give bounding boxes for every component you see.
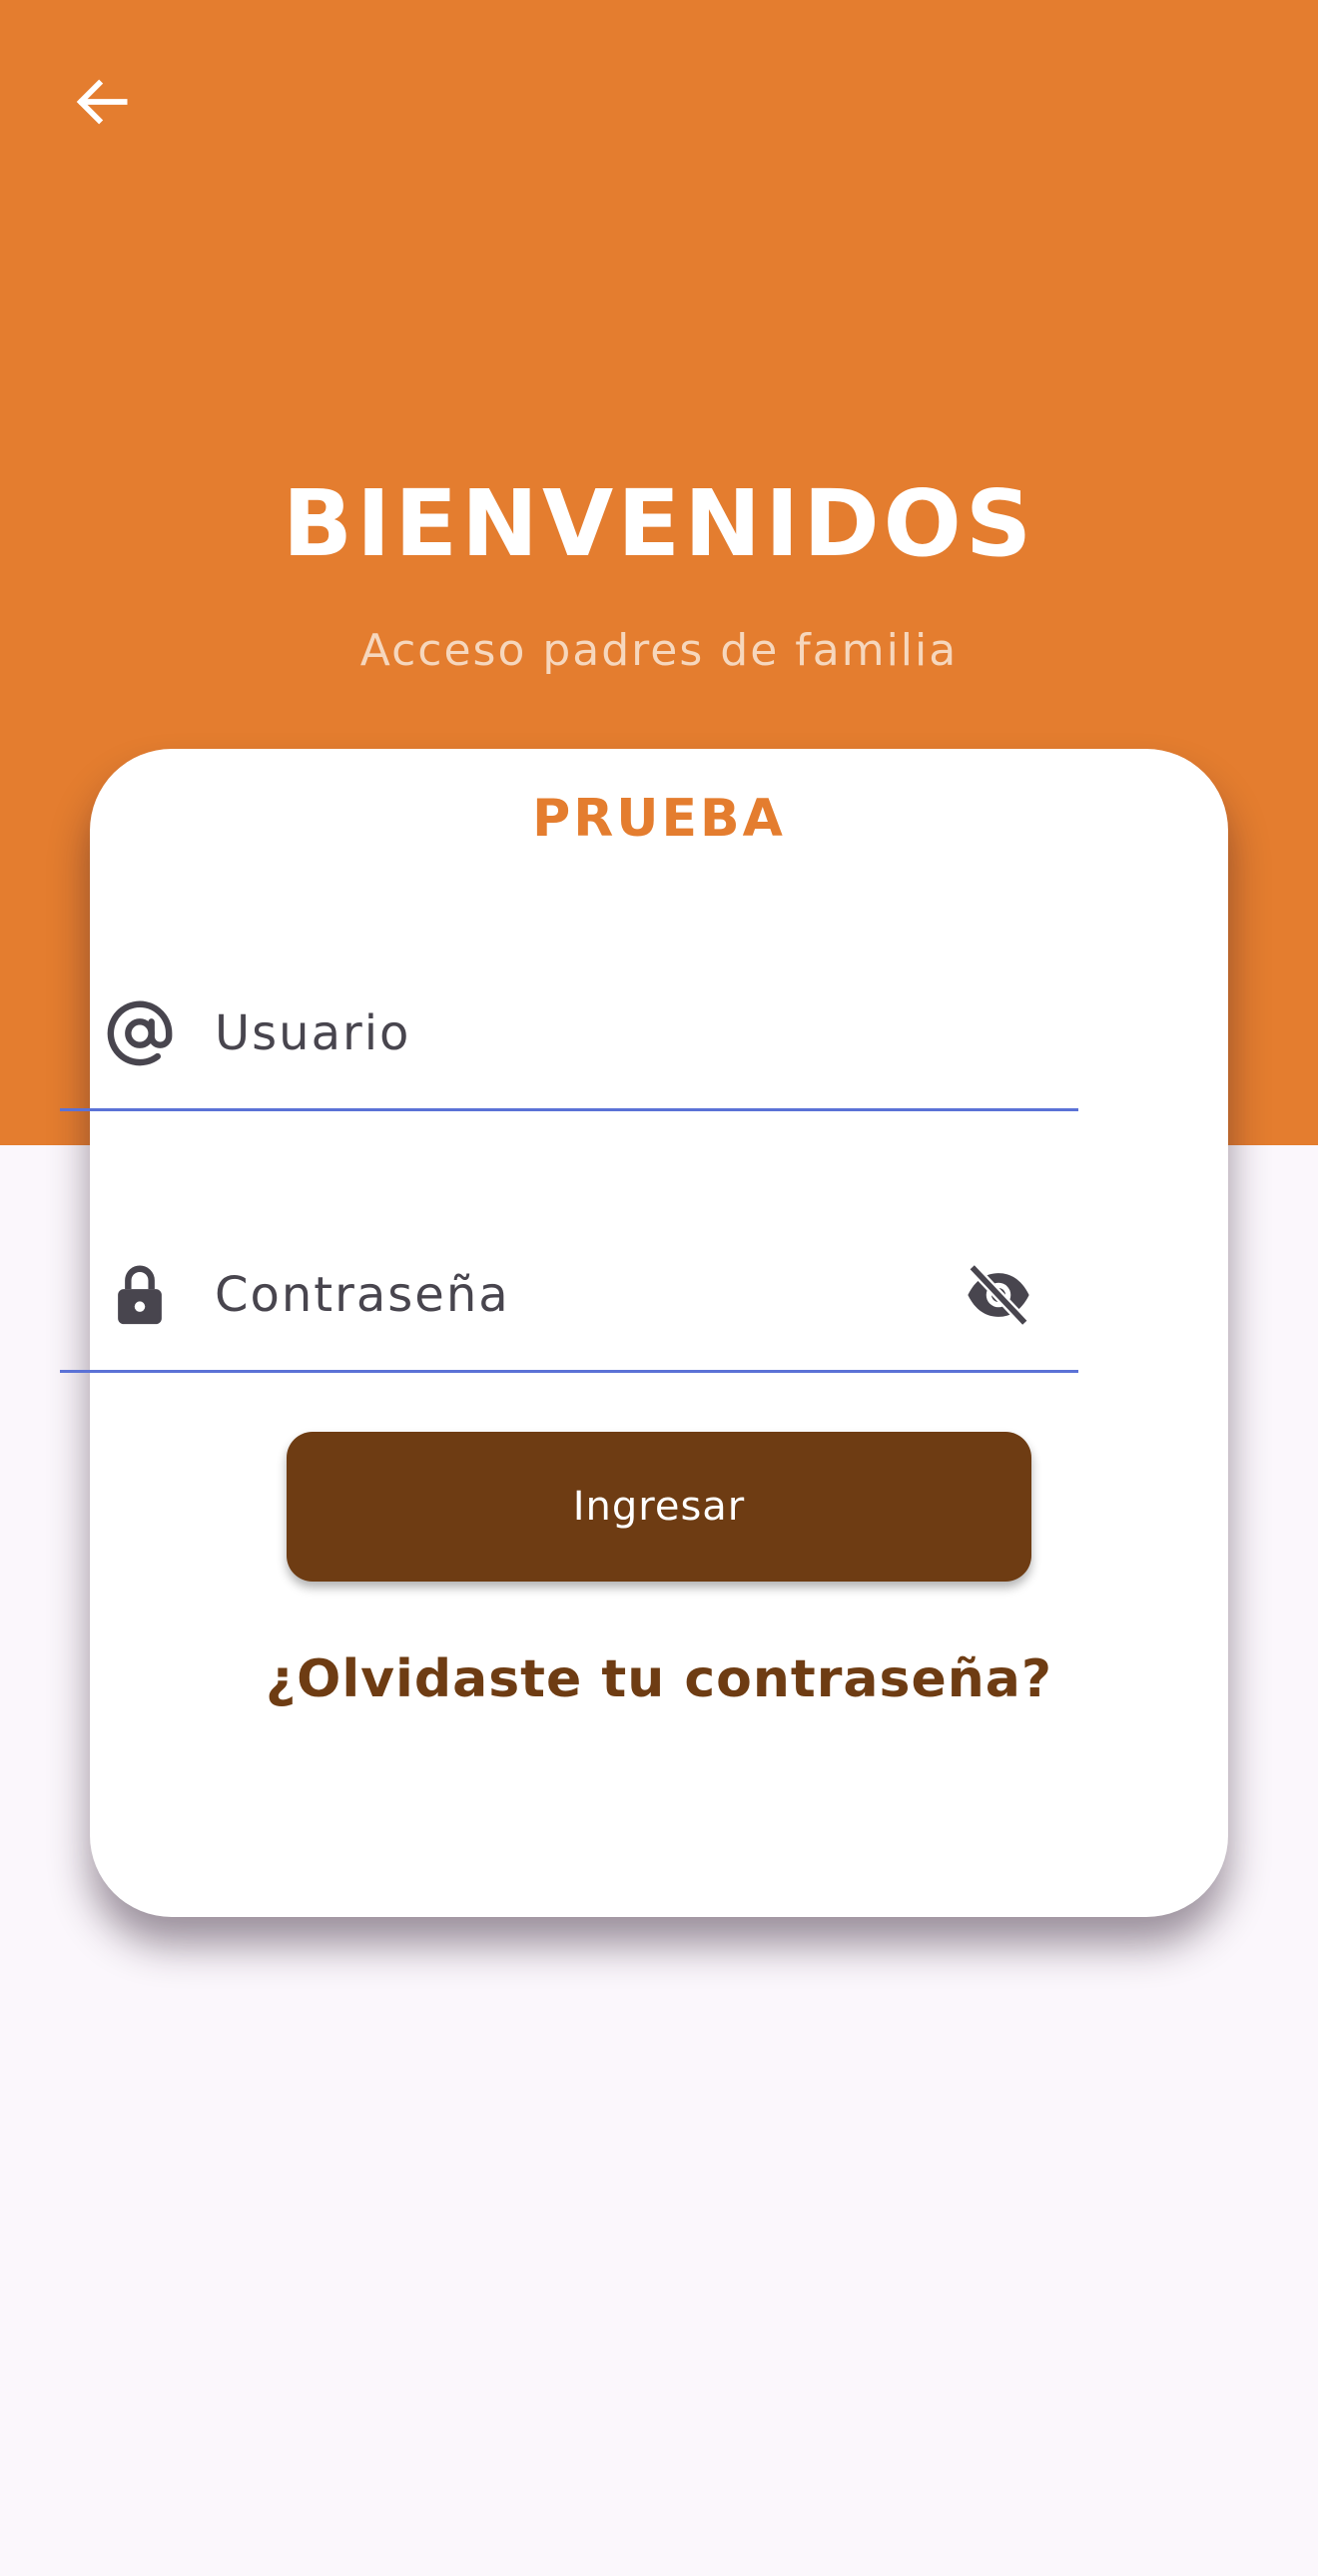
username-field[interactable]	[60, 959, 1078, 1111]
password-field[interactable]	[60, 1220, 1078, 1373]
login-button[interactable]: Ingresar	[287, 1432, 1031, 1582]
page-title: BIENVENIDOS	[282, 470, 1036, 577]
eye-off-icon	[968, 1263, 1029, 1327]
username-input[interactable]	[215, 959, 914, 1108]
school-name: PRUEBA	[532, 789, 786, 849]
password-input[interactable]	[215, 1220, 914, 1370]
back-button[interactable]	[50, 50, 154, 154]
forgot-password-link[interactable]: ¿Olvidaste tu contraseña?	[0, 1639, 1318, 1719]
toggle-password-visibility[interactable]	[957, 1253, 1040, 1337]
lock-icon	[105, 1260, 175, 1330]
at-sign-icon	[105, 998, 175, 1068]
arrow-left-icon	[76, 79, 128, 125]
page-subtitle: Acceso padres de familia	[359, 625, 959, 676]
